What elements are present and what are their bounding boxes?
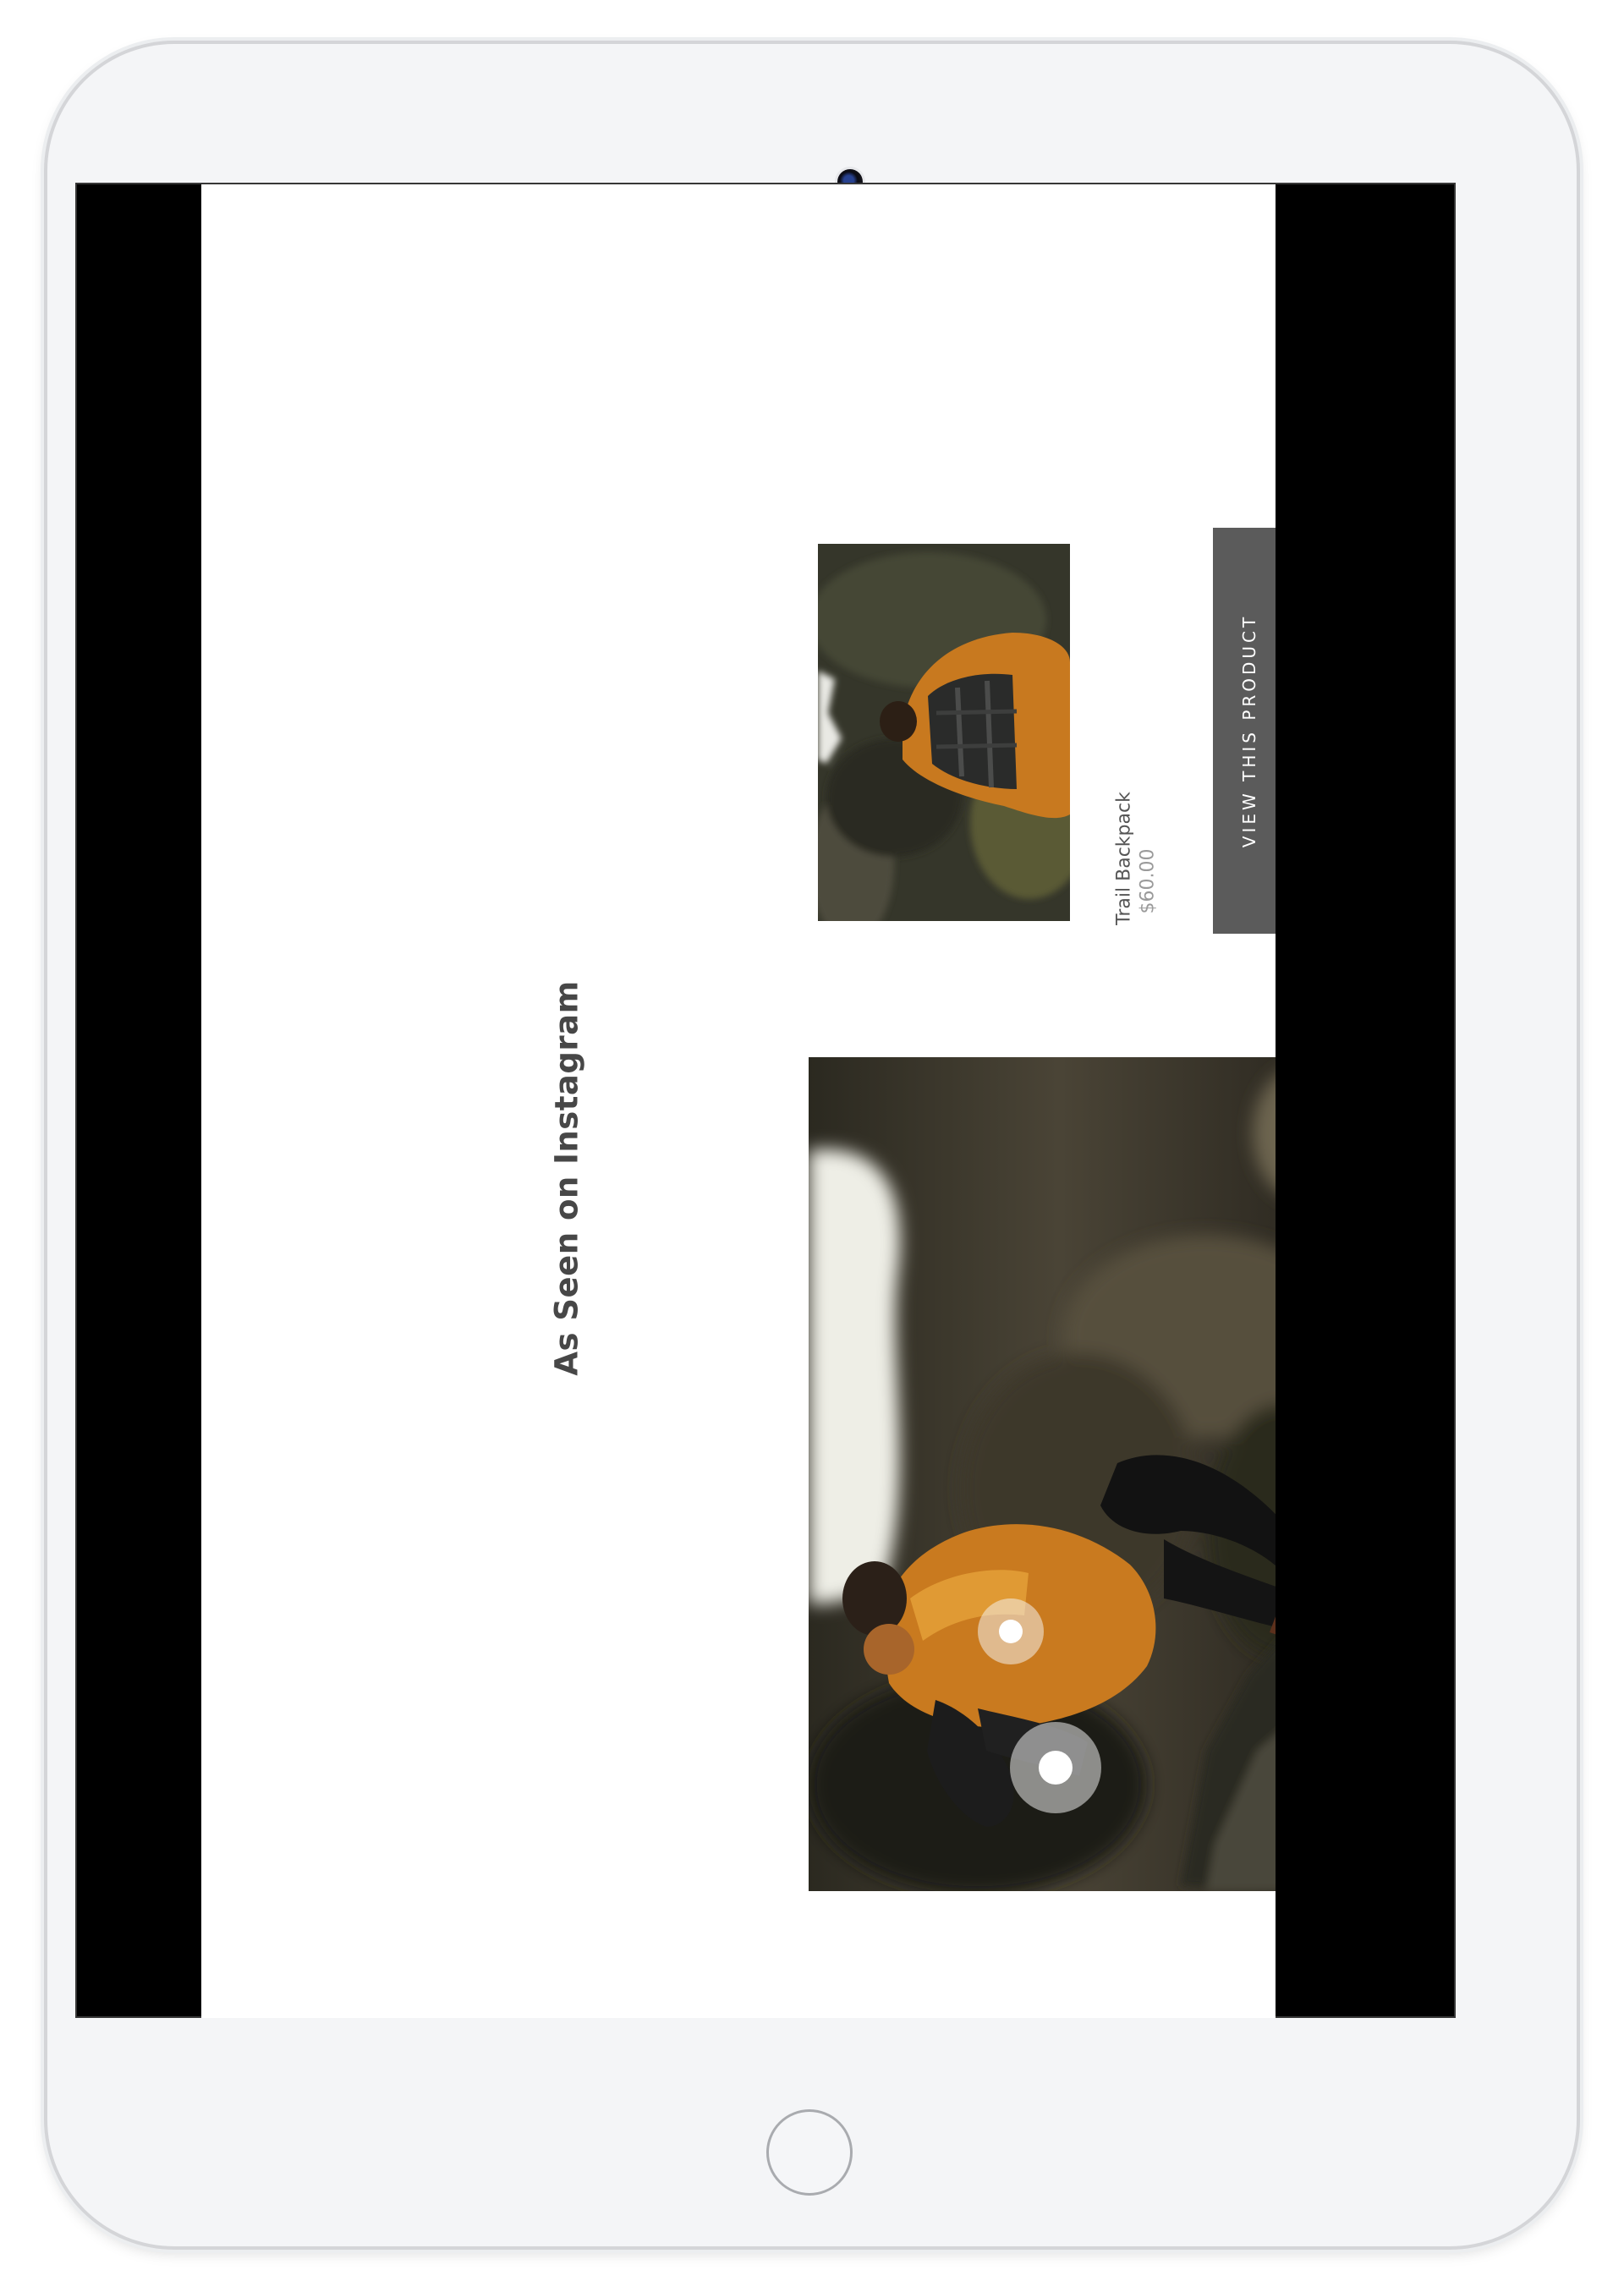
backpack-photo [818, 544, 1070, 921]
product-hotspot-1[interactable] [978, 1598, 1044, 1664]
section-title: As Seen on Instagram [549, 980, 585, 1375]
product-hotspot-2[interactable] [1010, 1722, 1101, 1813]
view-product-button-label: VIEW THIS PRODUCT [1239, 613, 1259, 848]
section-title-text: As Seen on Instagram [548, 980, 585, 1376]
product-image[interactable] [818, 544, 1070, 921]
view-product-button[interactable]: VIEW THIS PRODUCT [1213, 528, 1276, 934]
product-price-text: $60.00 [1137, 848, 1159, 914]
hotspot-dot [1039, 1751, 1073, 1785]
product-name-text[interactable]: Trail Backpack [1114, 792, 1135, 925]
product-price: $60.00 [1138, 849, 1159, 914]
instagram-shop-section: As Seen on Instagram Trail Backpack $60.… [201, 184, 1276, 2018]
hotspot-dot [999, 1620, 1023, 1643]
product-name[interactable]: Trail Backpack [1114, 792, 1135, 925]
home-button[interactable] [766, 2109, 853, 2196]
instagram-photo[interactable] [809, 1057, 1276, 1891]
